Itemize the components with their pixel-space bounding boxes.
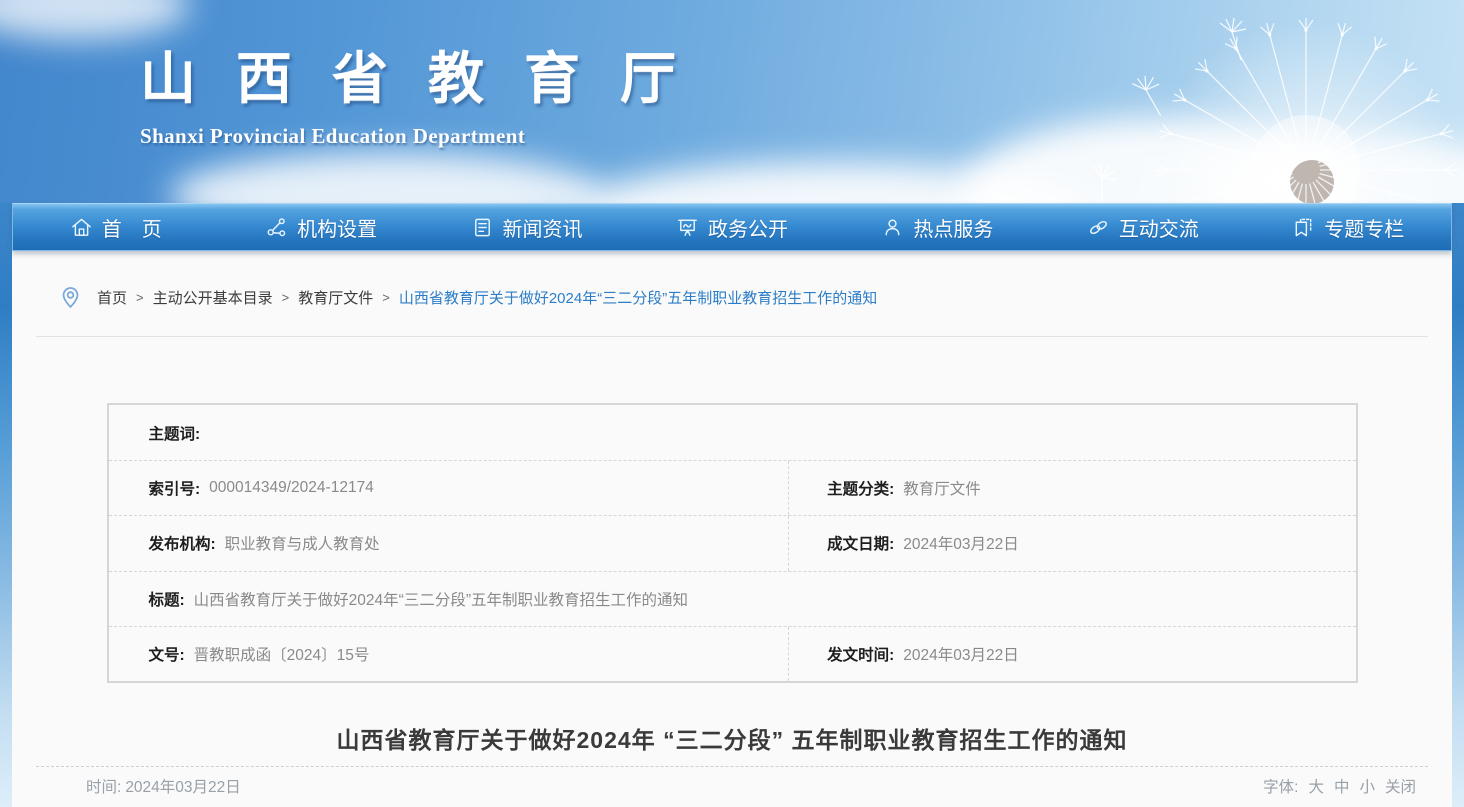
- field-label-written-date: 成文日期:: [827, 532, 894, 554]
- content-area: 首页 > 主动公开基本目录 > 教育厅文件 > 山西省教育厅关于做好2024年“…: [12, 251, 1452, 807]
- nav-item-topics[interactable]: 专题专栏: [1246, 204, 1451, 250]
- article-meta-bar: 时间:2024年03月22日 字体: 大 中 小 关闭: [36, 766, 1428, 807]
- field-value-title: 山西省教育厅关于做好2024年“三二分段”五年制职业教育招生工作的通知: [194, 588, 688, 610]
- nav-item-label: 新闻资讯: [503, 213, 583, 242]
- interaction-icon: [1087, 216, 1110, 239]
- breadcrumb-separator: >: [136, 290, 144, 305]
- nav-item-label: 政务公开: [708, 213, 788, 242]
- nav-item-interaction[interactable]: 互动交流: [1040, 204, 1245, 250]
- hot-service-icon: [881, 216, 904, 239]
- field-value-document-number: 晋教职成函〔2024〕15号: [194, 643, 370, 665]
- time-label: 时间:: [86, 779, 121, 796]
- home-icon: [70, 216, 93, 239]
- nav-item-label: 首 页: [102, 213, 162, 242]
- document-info-table: 主题词: 索引号: 000014349/2024-12174 主题分类: 教育厅…: [107, 403, 1358, 683]
- breadcrumb-current-page: 山西省教育厅关于做好2024年“三二分段”五年制职业教育招生工作的通知: [399, 287, 877, 308]
- table-row: 文号: 晋教职成函〔2024〕15号 发文时间: 2024年03月22日: [109, 626, 1356, 681]
- news-icon: [471, 216, 494, 239]
- article-title: 山西省教育厅关于做好2024年 “三二分段” 五年制职业教育招生工作的通知: [42, 721, 1422, 755]
- org-icon: [265, 216, 288, 239]
- breadcrumb-item-home[interactable]: 首页: [97, 287, 127, 308]
- location-pin-icon: [58, 285, 83, 310]
- font-label: 字体:: [1263, 775, 1298, 797]
- dandelion-image: [1074, 0, 1464, 203]
- field-value-written-date: 2024年03月22日: [903, 532, 1018, 554]
- nav-item-label: 热点服务: [913, 213, 993, 242]
- nav-item-label: 机构设置: [297, 213, 377, 242]
- breadcrumb-item-catalog[interactable]: 主动公开基本目录: [153, 287, 273, 308]
- table-row: 主题词:: [109, 405, 1356, 460]
- field-value-index-number: 000014349/2024-12174: [209, 479, 374, 497]
- nav-item-label: 专题专栏: [1324, 213, 1404, 242]
- article-time: 时间:2024年03月22日: [36, 775, 245, 797]
- nav-item-label: 互动交流: [1119, 213, 1199, 242]
- field-value-publish-time: 2024年03月22日: [903, 643, 1018, 665]
- table-row: 发布机构: 职业教育与成人教育处 成文日期: 2024年03月22日: [109, 515, 1356, 570]
- page: 山 西 省 教 育 厅 Shanxi Provincial Education …: [0, 0, 1464, 807]
- site-logo: 山 西 省 教 育 厅 Shanxi Provincial Education …: [140, 34, 689, 149]
- font-size-controls: 字体: 大 中 小 关闭: [1263, 775, 1428, 797]
- nav-item-home[interactable]: 首 页: [13, 204, 218, 250]
- nav-item-news[interactable]: 新闻资讯: [424, 204, 629, 250]
- site-title-chinese: 山 西 省 教 育 厅: [140, 34, 689, 115]
- nav-item-gov-open[interactable]: 政务公开: [629, 204, 834, 250]
- table-row: 标题: 山西省教育厅关于做好2024年“三二分段”五年制职业教育招生工作的通知: [109, 571, 1356, 626]
- nav-item-org[interactable]: 机构设置: [218, 204, 423, 250]
- table-row: 索引号: 000014349/2024-12174 主题分类: 教育厅文件: [109, 460, 1356, 515]
- field-label-index-number: 索引号:: [149, 477, 201, 499]
- font-size-medium-button[interactable]: 中: [1334, 775, 1350, 797]
- field-label-issuing-agency: 发布机构:: [149, 532, 216, 554]
- site-title-english: Shanxi Provincial Education Department: [140, 124, 689, 149]
- divider: [36, 336, 1428, 337]
- field-label-document-number: 文号:: [149, 643, 185, 665]
- font-size-large-button[interactable]: 大: [1308, 775, 1324, 797]
- field-label-subject-category: 主题分类:: [827, 477, 894, 499]
- gov-open-icon: [676, 216, 699, 239]
- cloud-decoration: [170, 152, 600, 203]
- breadcrumb-separator: >: [282, 290, 290, 305]
- close-button[interactable]: 关闭: [1385, 775, 1416, 797]
- topics-icon: [1292, 216, 1315, 239]
- font-size-small-button[interactable]: 小: [1359, 775, 1375, 797]
- site-banner: 山 西 省 教 育 厅 Shanxi Provincial Education …: [0, 0, 1464, 203]
- field-value-issuing-agency: 职业教育与成人教育处: [225, 532, 380, 554]
- breadcrumb: 首页 > 主动公开基本目录 > 教育厅文件 > 山西省教育厅关于做好2024年“…: [12, 251, 1452, 310]
- breadcrumb-separator: >: [382, 290, 390, 305]
- main-nav: 首 页 机构设置 新闻资讯 政务公开 热点服务: [12, 203, 1452, 251]
- breadcrumb-item-documents[interactable]: 教育厅文件: [298, 287, 373, 308]
- time-value: 2024年03月22日: [125, 779, 240, 796]
- field-label-subject-words: 主题词:: [149, 422, 201, 444]
- nav-item-hot-service[interactable]: 热点服务: [835, 204, 1040, 250]
- field-label-publish-time: 发文时间:: [827, 643, 894, 665]
- field-label-title: 标题:: [149, 588, 185, 610]
- field-value-subject-category: 教育厅文件: [903, 477, 981, 499]
